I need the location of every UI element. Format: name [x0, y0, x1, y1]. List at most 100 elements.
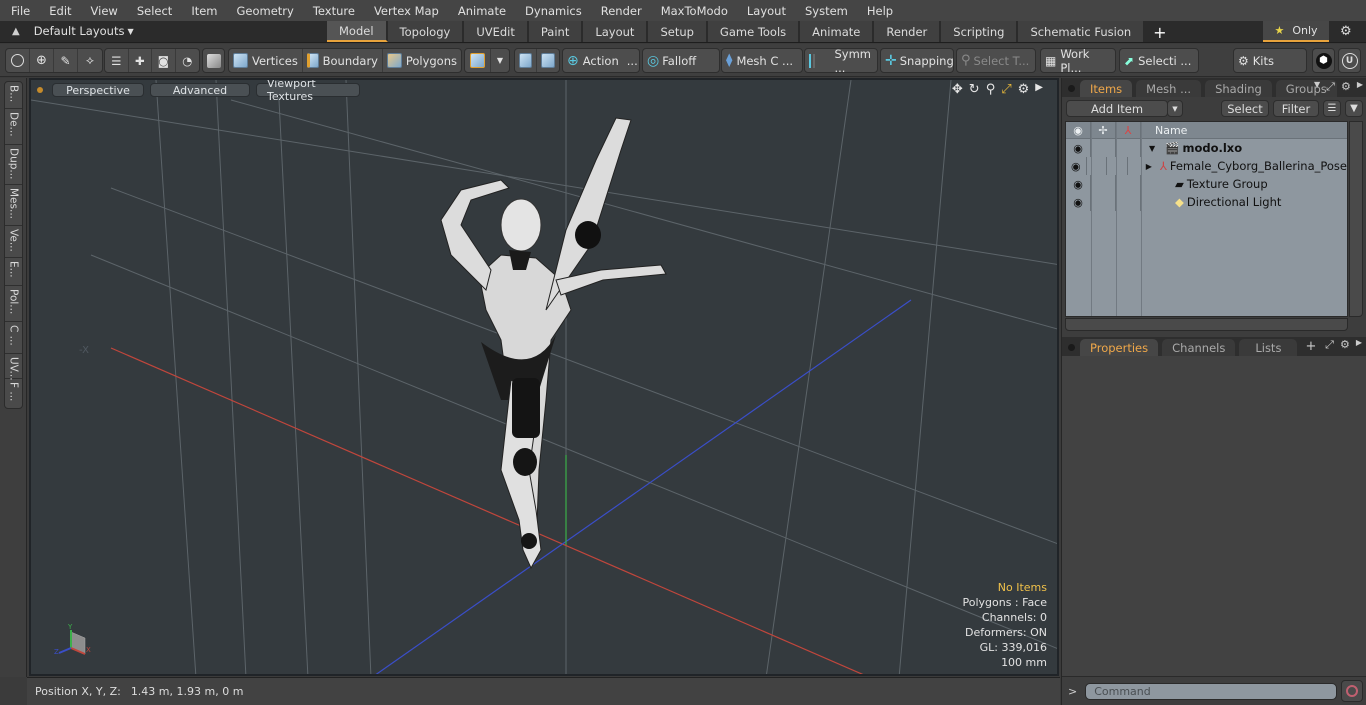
cross-button[interactable]: ✚ [129, 49, 153, 72]
action-center-button[interactable]: ⊕ Action... [562, 48, 640, 73]
tab-render[interactable]: Render [874, 21, 942, 42]
menu-file[interactable]: File [0, 4, 38, 18]
lock-column-header[interactable]: ✢ [1091, 122, 1116, 138]
menu-layout[interactable]: Layout [736, 4, 794, 18]
unity-button[interactable]: ⬢ [1312, 48, 1335, 73]
tab-shading[interactable]: Shading [1205, 80, 1272, 97]
tab-channels[interactable]: Channels [1162, 339, 1236, 356]
kits-button[interactable]: ⚙ Kits [1233, 48, 1307, 73]
eye-icon[interactable]: ◉ [1066, 157, 1087, 175]
perspective-button[interactable]: Perspective [52, 83, 144, 97]
menu-item[interactable]: Item [180, 4, 225, 18]
pan-icon[interactable]: ✥ [952, 82, 963, 97]
palette-tab-curve[interactable]: C ... [5, 322, 22, 354]
command-history-button[interactable] [1341, 680, 1364, 702]
items-vertical-scrollbar[interactable] [1349, 121, 1363, 317]
tab-schematic-fusion[interactable]: Schematic Fusion [1018, 21, 1146, 42]
menu-view[interactable]: View [80, 4, 126, 18]
work-plane-button[interactable]: ▦ Work Pl... [1040, 47, 1116, 75]
maximize-icon[interactable]: ⤢ [1001, 82, 1011, 97]
action-button[interactable]: ⊕ Action... [563, 49, 642, 72]
mesh-constraint-button[interactable]: ⧫ Mesh C ... [721, 48, 803, 73]
menu-system[interactable]: System [794, 4, 856, 18]
expand-triangle-icon[interactable]: ▶ [1146, 162, 1152, 171]
align-button[interactable]: ☰ [105, 49, 129, 72]
circle-select-button[interactable] [6, 49, 30, 72]
tab-game-tools[interactable]: Game Tools [707, 21, 801, 42]
list-item[interactable]: ◉ ▼ 🎬 modo.lxo [1066, 139, 1347, 157]
palette-tab-edge[interactable]: E... [5, 258, 22, 286]
list-item[interactable]: ◉ ◆ Directional Light [1066, 193, 1347, 211]
chevron-right-icon[interactable]: ▶ [1356, 338, 1362, 352]
menu-edit[interactable]: Edit [38, 4, 79, 18]
expand-icon[interactable]: ⤢ [1325, 338, 1334, 352]
command-input[interactable]: Command [1085, 682, 1338, 700]
add-item-button[interactable]: Add Item [1066, 100, 1168, 117]
name-column-header[interactable]: Name [1141, 122, 1347, 138]
menu-vertex-map[interactable]: Vertex Map [363, 4, 447, 18]
expand-triangle-icon[interactable]: ▼ [1149, 144, 1155, 153]
palette-tab-polygon[interactable]: Pol... [5, 286, 22, 322]
3d-viewport[interactable]: -X Perspective Advanced Viewport Texture… [29, 78, 1059, 676]
layout-selector[interactable]: ▲ Default Layouts ▼ [12, 24, 134, 38]
zoom-icon[interactable]: ⚲ [986, 82, 996, 97]
path-button[interactable]: ⟡ [78, 49, 102, 72]
eye-icon[interactable]: ◉ [1066, 175, 1091, 193]
tab-paint[interactable]: Paint [528, 21, 584, 42]
add-item-dropdown[interactable]: ▼ [1167, 100, 1183, 117]
palette-tab-fusion[interactable]: F ... [5, 379, 22, 407]
tab-items[interactable]: Items [1080, 80, 1133, 97]
palette-tab-basic[interactable]: B... [5, 82, 22, 109]
expand-icon[interactable]: ⤢ [1326, 80, 1335, 94]
panel-options-dot[interactable] [1068, 85, 1075, 92]
pen-button[interactable]: ✎ [54, 49, 78, 72]
material-mode-button[interactable] [465, 49, 491, 72]
items-horizontal-scrollbar[interactable] [1065, 318, 1348, 331]
center-button[interactable] [537, 49, 559, 72]
unreal-button[interactable]: U [1338, 48, 1361, 73]
material-dropdown[interactable]: ▼ [491, 49, 509, 72]
rotate-button[interactable]: ◔ [176, 49, 199, 72]
eye-icon[interactable]: ◉ [1066, 139, 1091, 157]
gear-icon[interactable]: ⚙ [1340, 338, 1350, 352]
pivot-button[interactable] [515, 49, 537, 72]
filter-button[interactable]: Filter [1273, 100, 1319, 117]
tab-lists[interactable]: Lists [1239, 339, 1298, 356]
palette-tab-uv[interactable]: UV... [5, 354, 22, 381]
viewport-textures-button[interactable]: Viewport Textures [256, 80, 360, 103]
tab-uvedit[interactable]: UVEdit [464, 21, 529, 42]
tab-model[interactable]: Model [327, 21, 388, 42]
eye-icon[interactable]: ◉ [1066, 193, 1091, 211]
polygons-button[interactable]: Polygons [383, 49, 461, 72]
boundary-button[interactable]: Boundary [303, 49, 383, 72]
palette-tab-duplicate[interactable]: Dup... [5, 145, 22, 185]
tab-scripting[interactable]: Scripting [941, 21, 1019, 42]
menu-animate[interactable]: Animate [447, 4, 514, 18]
menu-help[interactable]: Help [856, 4, 901, 18]
type-column-header[interactable]: ⅄ [1116, 122, 1141, 138]
menu-geometry[interactable]: Geometry [226, 4, 302, 18]
menu-dynamics[interactable]: Dynamics [514, 4, 590, 18]
add-tab-button[interactable]: + [1145, 21, 1174, 43]
tab-topology[interactable]: Topology [387, 21, 465, 42]
menu-render[interactable]: Render [590, 4, 650, 18]
menu-texture[interactable]: Texture [302, 4, 363, 18]
chevron-right-icon[interactable]: ▶ [1035, 82, 1043, 97]
panel-options-dot[interactable] [1068, 344, 1075, 351]
falloff-button[interactable]: ◎ Falloff [642, 48, 720, 73]
chevron-down-icon[interactable]: ▼ [1314, 80, 1320, 94]
gear-icon[interactable]: ⚙ [1340, 24, 1352, 39]
select-button[interactable]: Select [1221, 100, 1269, 117]
only-toggle[interactable]: ★ Only [1263, 21, 1329, 42]
item-mode-button[interactable] [202, 48, 225, 73]
tab-animate[interactable]: Animate [800, 21, 875, 42]
symmetry-button[interactable]: Symm ... [804, 47, 878, 75]
list-options-button[interactable]: ☰ [1323, 100, 1341, 117]
select-through-button[interactable]: ⚲ Select T... [956, 48, 1036, 73]
gear-icon[interactable]: ⚙ [1341, 80, 1351, 94]
tab-layout[interactable]: Layout [583, 21, 649, 42]
vertices-button[interactable]: Vertices [229, 49, 303, 72]
tab-setup[interactable]: Setup [648, 21, 708, 42]
palette-tab-vertex[interactable]: Ve... [5, 226, 22, 258]
gear-icon[interactable]: ⚙ [1018, 82, 1030, 97]
